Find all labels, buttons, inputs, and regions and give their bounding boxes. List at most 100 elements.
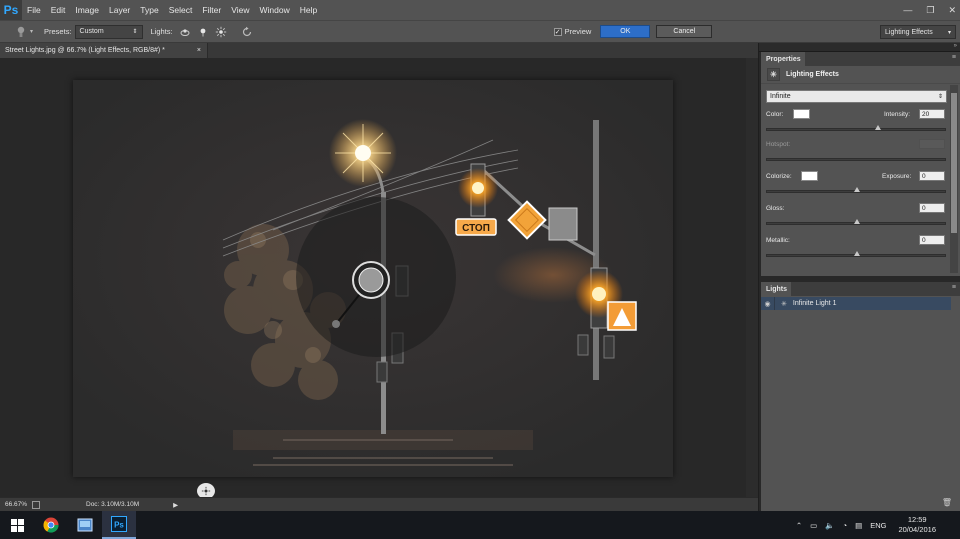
menu-filter[interactable]: Filter: [197, 0, 226, 20]
trash-icon[interactable]: 🗑: [942, 498, 952, 507]
lights-label: Lights:: [150, 27, 173, 36]
metallic-field[interactable]: 0: [919, 235, 945, 245]
tool-preset-chevron-icon[interactable]: ▾: [30, 28, 33, 35]
chrome-taskbar-button[interactable]: [34, 511, 68, 539]
menu-edit[interactable]: Edit: [46, 0, 71, 20]
photoshop-logo: Ps: [0, 0, 22, 20]
exposure-field[interactable]: 0: [919, 171, 945, 181]
metallic-slider[interactable]: [766, 251, 946, 257]
menu-image[interactable]: Image: [70, 0, 104, 20]
infinite-light-icon[interactable]: [214, 25, 228, 39]
zoom-level[interactable]: 66.67%: [0, 501, 32, 508]
presets-label: Presets:: [44, 27, 72, 36]
intensity-slider[interactable]: [766, 125, 946, 131]
colorize-label: Colorize:: [766, 173, 792, 180]
panel-dock-header: »: [759, 43, 960, 52]
clock[interactable]: 12:59 20/04/2016: [894, 515, 940, 535]
lighting-effects-icon: ✳: [767, 68, 780, 81]
clock-date: 20/04/2016: [898, 525, 936, 534]
menu-view[interactable]: View: [226, 0, 254, 20]
gloss-field[interactable]: 0: [919, 203, 945, 213]
close-tab-icon[interactable]: ×: [197, 47, 201, 54]
point-light-icon[interactable]: [196, 25, 210, 39]
light-list-item[interactable]: ◉ ✳ Infinite Light 1: [761, 297, 951, 310]
close-button[interactable]: ✕: [948, 5, 956, 16]
infinite-light-small-icon: ✳: [781, 300, 787, 308]
preview-checkbox[interactable]: ✓: [553, 27, 562, 36]
wifi-icon[interactable]: ◔: [843, 521, 848, 530]
status-bar: 66.67% Doc: 3.10M/3.10M ▶: [0, 497, 758, 511]
light-color-swatch[interactable]: [793, 109, 810, 119]
collapse-panels-icon[interactable]: »: [954, 43, 957, 49]
hotspot-label: Hotspot:: [766, 141, 791, 148]
panel-menu-icon[interactable]: ≡: [952, 54, 956, 61]
lights-panel-menu-icon[interactable]: ≡: [952, 284, 956, 291]
status-options-icon[interactable]: [32, 500, 40, 509]
intensity-slider-thumb[interactable]: [875, 125, 881, 130]
window-controls: — ❐ ✕: [903, 0, 956, 20]
document-tab[interactable]: Street Lights.jpg @ 66.7% (Light Effects…: [0, 43, 208, 58]
windows-logo-icon: [10, 518, 24, 532]
minimize-button[interactable]: —: [903, 5, 912, 15]
metallic-label: Metallic:: [766, 237, 790, 244]
document-canvas[interactable]: СТОП: [73, 80, 673, 477]
file-explorer-taskbar-button[interactable]: [68, 511, 102, 539]
intensity-field[interactable]: 20: [919, 109, 945, 119]
light-name: Infinite Light 1: [792, 300, 837, 307]
status-menu-arrow-icon[interactable]: ▶: [173, 501, 178, 509]
exposure-slider[interactable]: [766, 187, 946, 193]
lights-panel: Lights ≡ ◉ ✳ Infinite Light 1 🗑: [761, 282, 960, 511]
menu-layer[interactable]: Layer: [104, 0, 135, 20]
options-bar: ▾ Presets: Custom ⇕ Lights: ✓ Preview OK…: [0, 20, 960, 43]
stop-sign-text: СТОП: [462, 223, 490, 234]
spot-light-icon[interactable]: [178, 25, 192, 39]
menu-type[interactable]: Type: [135, 0, 163, 20]
cancel-button[interactable]: Cancel: [656, 25, 713, 38]
reset-lights-icon[interactable]: [240, 25, 254, 39]
visibility-eye-icon[interactable]: ◉: [761, 297, 775, 310]
photoshop-taskbar-button[interactable]: Ps: [102, 511, 136, 539]
ok-button[interactable]: OK: [600, 25, 651, 38]
image-viewer-icon: [77, 518, 93, 532]
lights-tab-bar: Lights ≡: [761, 282, 960, 296]
properties-panel: Properties ≡ ✳ Lighting Effects Infinite…: [761, 52, 960, 276]
metallic-slider-thumb[interactable]: [854, 251, 860, 256]
presets-select[interactable]: Custom ⇕: [74, 24, 143, 39]
properties-tab-bar: Properties ≡: [761, 52, 960, 66]
gloss-slider-thumb[interactable]: [854, 219, 860, 224]
restore-button[interactable]: ❐: [926, 5, 934, 16]
system-tray: ⌃ ▭ 🔈 ◔ ▤ ENG 12:59 20/04/2016: [792, 511, 960, 539]
properties-header: ✳ Lighting Effects: [761, 66, 960, 84]
battery-icon[interactable]: ▭: [810, 521, 817, 530]
canvas-area: СТОП: [0, 58, 758, 499]
volume-icon[interactable]: 🔈: [825, 521, 834, 530]
properties-scrollbar[interactable]: [950, 85, 958, 273]
menu-help[interactable]: Help: [295, 0, 322, 20]
menu-window[interactable]: Window: [254, 0, 294, 20]
notification-icon[interactable]: ▤: [855, 521, 862, 530]
language-indicator[interactable]: ENG: [870, 521, 886, 530]
doc-size: Doc: 3.10M/3.10M: [86, 501, 140, 508]
hotspot-slider: [766, 158, 946, 161]
gloss-slider[interactable]: [766, 219, 946, 225]
colorize-color-swatch[interactable]: [801, 171, 818, 181]
document-tab-bar: Street Lights.jpg @ 66.7% (Light Effects…: [0, 43, 758, 58]
properties-scroll-thumb[interactable]: [951, 93, 957, 233]
lighting-tool-icon[interactable]: [14, 25, 28, 39]
dropdown-arrows-icon: ⇕: [132, 29, 138, 35]
menu-file[interactable]: File: [22, 0, 46, 20]
start-button[interactable]: [0, 511, 34, 539]
preview-label: Preview: [564, 27, 592, 36]
exposure-slider-thumb[interactable]: [854, 187, 860, 192]
light-type-select[interactable]: Infinite ⇕: [766, 90, 947, 103]
workspace-select[interactable]: Lighting Effects ▾: [880, 25, 956, 39]
light-type-value: Infinite: [770, 93, 791, 100]
canvas-vertical-scrollbar[interactable]: [746, 58, 758, 497]
show-hidden-icons-icon[interactable]: ⌃: [796, 521, 802, 530]
gloss-label: Gloss:: [766, 205, 785, 212]
tab-properties[interactable]: Properties: [761, 52, 805, 66]
menu-select[interactable]: Select: [164, 0, 198, 20]
workspace-value: Lighting Effects: [885, 28, 933, 36]
tab-lights[interactable]: Lights: [761, 282, 791, 296]
right-panel-dock: » Properties ≡ ✳ Lighting Effects Infini…: [758, 43, 960, 511]
